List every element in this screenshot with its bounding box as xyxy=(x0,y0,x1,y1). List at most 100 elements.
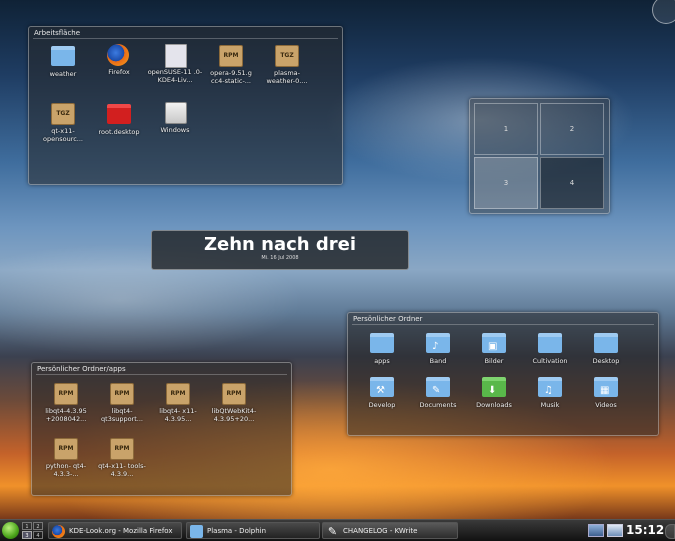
rpm-package-icon: RPM xyxy=(54,383,78,405)
item-label: opera-9.51.g cc4-static-... xyxy=(210,69,252,85)
apps-item-python-qt4[interactable]: RPM python- qt4-4.3.3-... xyxy=(38,437,94,478)
dolphin-icon xyxy=(190,525,203,538)
item-label: libqt4-4.3.95 +2008042... xyxy=(45,407,87,423)
item-label: root.desktop xyxy=(98,128,140,136)
item-label: Band xyxy=(429,357,447,365)
item-label: python- qt4-4.3.3-... xyxy=(45,462,87,478)
taskbar-pager-desktop-4[interactable]: 4 xyxy=(33,531,43,539)
desktop-toolbox-icon[interactable] xyxy=(652,0,675,24)
desktop-item-windows[interactable]: Windows xyxy=(147,102,203,134)
music-folder-icon: ♫ xyxy=(538,377,562,399)
apps-item-libqt4-x11[interactable]: RPM libqt4- x11-4.3.95... xyxy=(150,382,206,423)
kwrite-icon: ✎ xyxy=(327,525,338,538)
pager-desktop-2[interactable]: 2 xyxy=(540,103,604,155)
panel-title: Arbeitsfläche xyxy=(34,29,81,37)
display-tray-icon[interactable] xyxy=(607,524,623,537)
item-label: Videos xyxy=(595,401,617,409)
pager-desktop-3[interactable]: 3 xyxy=(474,157,538,209)
task-kwrite[interactable]: ✎ CHANGELOG - KWrite xyxy=(322,522,458,539)
task-label: Plasma - Dolphin xyxy=(207,527,267,535)
clock-time: Zehn nach drei xyxy=(203,234,356,255)
tgz-archive-icon: TGZ xyxy=(51,103,75,125)
clock-date: Mi. 16 Jul 2008 xyxy=(261,255,299,261)
home-item-develop[interactable]: ⚒ Develop xyxy=(354,375,410,409)
clock-widget: Zehn nach drei Mi. 16 Jul 2008 xyxy=(151,230,409,270)
task-label: KDE-Look.org - Mozilla Firefox xyxy=(69,527,173,535)
folder-icon xyxy=(370,333,394,355)
rpm-package-icon: RPM xyxy=(110,438,134,460)
task-dolphin[interactable]: Plasma - Dolphin xyxy=(186,522,320,539)
item-label: libqt4- qt3support... xyxy=(101,407,143,423)
music-folder-icon: ♪ xyxy=(426,333,450,355)
folder-icon xyxy=(51,46,75,68)
desktop-item-opera-rpm[interactable]: RPM opera-9.51.g cc4-static-... xyxy=(203,44,259,85)
desktop-item-qt-x11[interactable]: TGZ qt-x11- opensourc... xyxy=(35,102,91,143)
task-firefox[interactable]: KDE-Look.org - Mozilla Firefox xyxy=(48,522,182,539)
home-folder-panel: Persönlicher Ordner apps ♪ Band ▣ Bilder… xyxy=(347,312,659,436)
development-folder-icon: ⚒ xyxy=(370,377,394,399)
drive-icon xyxy=(163,102,187,124)
home-item-cultivation[interactable]: Cultivation xyxy=(522,331,578,365)
home-item-musik[interactable]: ♫ Musik xyxy=(522,375,578,409)
taskbar-pager-desktop-2[interactable]: 2 xyxy=(33,522,43,530)
downloads-folder-icon: ⬇ xyxy=(482,377,506,399)
network-tray-icon[interactable] xyxy=(588,524,604,537)
folder-icon xyxy=(594,333,618,355)
item-label: Develop xyxy=(368,401,396,409)
pager-desktop-1[interactable]: 1 xyxy=(474,103,538,155)
panel-divider xyxy=(36,374,287,375)
item-label: Downloads xyxy=(476,401,512,409)
desktop-item-plasma-weather[interactable]: TGZ plasma- weather-0.... xyxy=(259,44,315,85)
rpm-package-icon: RPM xyxy=(166,383,190,405)
pager-desktop-4[interactable]: 4 xyxy=(540,157,604,209)
red-folder-icon xyxy=(107,104,131,126)
kickoff-menu-icon[interactable] xyxy=(2,522,19,539)
desktop-item-weather[interactable]: weather xyxy=(35,44,91,78)
item-label: libQtWebKit4- 4.3.95+20... xyxy=(211,407,257,423)
desktop-item-firefox[interactable]: Firefox xyxy=(91,44,147,76)
desktop-item-root-desktop[interactable]: root.desktop xyxy=(91,102,147,136)
desktop-item-opensuse-iso[interactable]: openSUSE-11 .0-KDE4-Liv... xyxy=(147,44,203,84)
rpm-package-icon: RPM xyxy=(110,383,134,405)
taskbar-pager-desktop-3[interactable]: 3 xyxy=(22,531,32,539)
tgz-archive-icon: TGZ xyxy=(275,45,299,67)
item-label: libqt4- x11-4.3.95... xyxy=(159,407,197,423)
item-label: qt4-x11- tools-4.3.9... xyxy=(98,462,146,478)
rpm-package-icon: RPM xyxy=(222,383,246,405)
rpm-package-icon: RPM xyxy=(54,438,78,460)
panel-divider xyxy=(352,324,654,325)
item-label: apps xyxy=(374,357,390,365)
firefox-icon xyxy=(107,44,131,66)
taskbar-clock[interactable]: 15:12 xyxy=(626,522,664,539)
videos-folder-icon: ▦ xyxy=(594,377,618,399)
apps-item-libqt4[interactable]: RPM libqt4-4.3.95 +2008042... xyxy=(38,382,94,423)
item-label: Windows xyxy=(160,126,190,134)
item-label: Musik xyxy=(540,401,560,409)
apps-item-qt4-x11-tools[interactable]: RPM qt4-x11- tools-4.3.9... xyxy=(94,437,150,478)
home-item-apps[interactable]: apps xyxy=(354,331,410,365)
taskbar-pager: 1 2 3 4 xyxy=(22,522,44,539)
apps-item-libqtwebkit4[interactable]: RPM libQtWebKit4- 4.3.95+20... xyxy=(206,382,262,423)
item-label: Bilder xyxy=(484,357,504,365)
home-item-documents[interactable]: ✎ Documents xyxy=(410,375,466,409)
home-item-downloads[interactable]: ⬇ Downloads xyxy=(466,375,522,409)
item-label: Documents xyxy=(419,401,457,409)
panel-title: Persönlicher Ordner/apps xyxy=(37,365,126,373)
home-item-videos[interactable]: ▦ Videos xyxy=(578,375,634,409)
folder-icon xyxy=(538,333,562,355)
task-label: CHANGELOG - KWrite xyxy=(343,527,418,535)
cd-image-icon xyxy=(163,44,187,68)
home-item-desktop[interactable]: Desktop xyxy=(578,331,634,365)
panel-toolbox-icon[interactable] xyxy=(665,524,675,539)
home-item-bilder[interactable]: ▣ Bilder xyxy=(466,331,522,365)
taskbar: 1 2 3 4 KDE-Look.org - Mozilla Firefox P… xyxy=(0,519,675,541)
panel-divider xyxy=(33,38,338,39)
item-label: weather xyxy=(49,70,77,78)
apps-item-libqt4-qt3support[interactable]: RPM libqt4- qt3support... xyxy=(94,382,150,423)
rpm-package-icon: RPM xyxy=(219,45,243,67)
home-item-band[interactable]: ♪ Band xyxy=(410,331,466,365)
taskbar-pager-desktop-1[interactable]: 1 xyxy=(22,522,32,530)
apps-folder-panel: Persönlicher Ordner/apps RPM libqt4-4.3.… xyxy=(31,362,292,496)
item-label: Cultivation xyxy=(532,357,568,365)
pager-widget: 1 2 3 4 xyxy=(469,98,610,214)
